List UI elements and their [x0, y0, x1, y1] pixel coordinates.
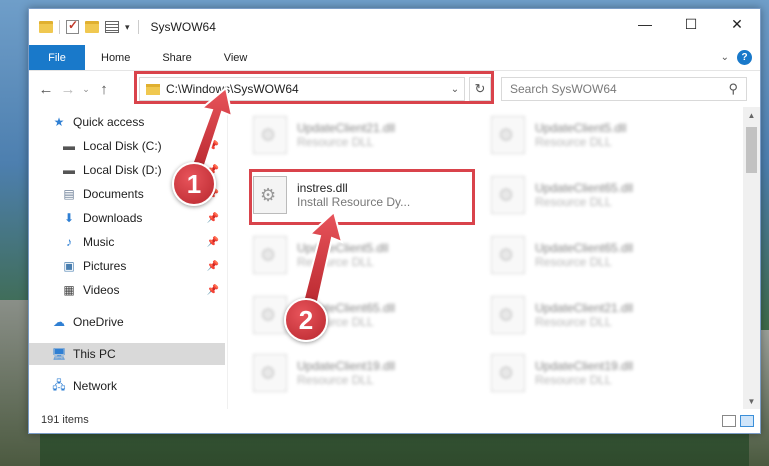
- arrow-1: [188, 86, 234, 176]
- arrow-2: [300, 210, 344, 312]
- callout-arrows: [188, 86, 344, 312]
- step-1-badge: 1: [172, 162, 216, 206]
- step-2-badge: 2: [284, 298, 328, 342]
